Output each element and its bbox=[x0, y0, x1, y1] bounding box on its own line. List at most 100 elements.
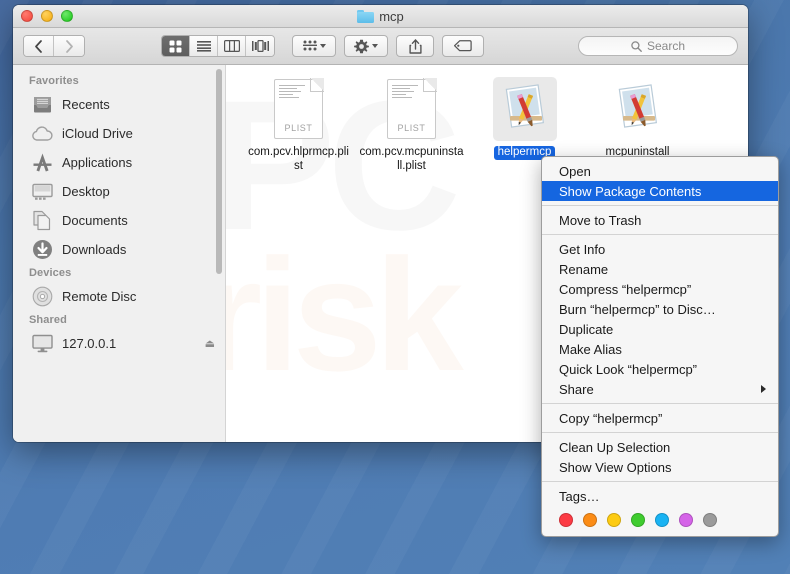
sidebar-header-shared: Shared bbox=[29, 314, 67, 326]
menu-item-share-label: Share bbox=[559, 381, 594, 397]
downloads-icon bbox=[31, 239, 53, 261]
menu-separator bbox=[542, 205, 778, 206]
column-view-button[interactable] bbox=[218, 36, 246, 56]
sidebar-item-127-0-0-1[interactable]: 127.0.0.1 ⏏ bbox=[13, 329, 225, 358]
minimize-button[interactable] bbox=[41, 10, 53, 22]
sidebar-item-label: iCloud Drive bbox=[62, 126, 133, 141]
file-icon: PLIST bbox=[380, 77, 444, 141]
share-button[interactable] bbox=[396, 35, 434, 57]
sidebar-item-documents[interactable]: Documents bbox=[13, 206, 225, 235]
file-item[interactable]: PLIST com.pcv.hlprmcp.plist bbox=[242, 77, 355, 173]
menu-item-get-info[interactable]: Get Info bbox=[542, 239, 778, 259]
file-icon bbox=[492, 77, 557, 141]
search-input[interactable]: Search bbox=[578, 36, 738, 56]
menu-item-tags[interactable]: Tags… bbox=[542, 486, 778, 506]
menu-item-move-to-trash[interactable]: Move to Trash bbox=[542, 210, 778, 230]
sidebar-item-label: Remote Disc bbox=[62, 289, 137, 304]
sidebar-scrollbar[interactable] bbox=[216, 69, 222, 274]
tag-color-red[interactable] bbox=[559, 513, 573, 527]
tag-color-gray[interactable] bbox=[703, 513, 717, 527]
sidebar-item-label: Applications bbox=[62, 155, 133, 170]
context-menu: Open Show Package Contents Move to Trash… bbox=[541, 156, 779, 537]
menu-separator bbox=[542, 432, 778, 433]
window-title-text: mcp bbox=[379, 8, 404, 24]
navigation-buttons bbox=[23, 35, 85, 57]
menu-separator bbox=[542, 403, 778, 404]
menu-item-rename[interactable]: Rename bbox=[542, 259, 778, 279]
sidebar-item-desktop[interactable]: Desktop bbox=[13, 177, 225, 206]
gallery-view-button[interactable] bbox=[246, 36, 274, 56]
maximize-button[interactable] bbox=[61, 10, 73, 22]
menu-item-duplicate[interactable]: Duplicate bbox=[542, 319, 778, 339]
sidebar-item-recents[interactable]: Recents bbox=[13, 90, 225, 119]
list-view-button[interactable] bbox=[190, 36, 218, 56]
sidebar: Favorites Recents iCloud Drive Applicati… bbox=[13, 65, 226, 442]
sidebar-item-downloads[interactable]: Downloads bbox=[13, 235, 225, 264]
close-button[interactable] bbox=[21, 10, 33, 22]
plist-document-icon: PLIST bbox=[387, 78, 437, 139]
icon-view-button[interactable] bbox=[162, 36, 190, 56]
documents-icon bbox=[31, 210, 53, 232]
back-button[interactable] bbox=[24, 36, 54, 56]
disc-icon bbox=[31, 286, 53, 308]
arrange-icon bbox=[302, 40, 317, 51]
menu-item-quick-look[interactable]: Quick Look “helpermcp” bbox=[542, 359, 778, 379]
file-name-label: com.pcv.hlprmcp.plist bbox=[248, 146, 349, 172]
tag-color-orange[interactable] bbox=[583, 513, 597, 527]
sidebar-item-label: Downloads bbox=[62, 242, 127, 257]
chevron-down-icon bbox=[319, 44, 326, 48]
folder-icon bbox=[357, 9, 375, 23]
watermark-text-bottom: risk bbox=[226, 225, 464, 404]
arrange-button[interactable] bbox=[292, 35, 336, 57]
sidebar-header-devices: Devices bbox=[29, 267, 72, 279]
sidebar-item-remote-disc[interactable]: Remote Disc bbox=[13, 282, 225, 311]
traffic-light-group bbox=[21, 10, 73, 22]
menu-item-burn-to-disc[interactable]: Burn “helpermcp” to Disc… bbox=[542, 299, 778, 319]
app-icon bbox=[505, 84, 544, 128]
menu-item-open[interactable]: Open bbox=[542, 161, 778, 181]
menu-separator bbox=[542, 481, 778, 482]
chevron-down-icon bbox=[372, 44, 378, 48]
sidebar-item-label: Desktop bbox=[62, 184, 110, 199]
search-placeholder: Search bbox=[646, 39, 686, 53]
menu-item-show-view-options[interactable]: Show View Options bbox=[542, 457, 778, 477]
tag-color-row bbox=[542, 506, 778, 532]
tag-color-yellow[interactable] bbox=[607, 513, 621, 527]
menu-item-share[interactable]: Share bbox=[542, 379, 778, 399]
sidebar-item-icloud-drive[interactable]: iCloud Drive bbox=[13, 119, 225, 148]
action-menu-button[interactable] bbox=[344, 35, 388, 57]
cloud-icon bbox=[31, 123, 53, 145]
forward-button[interactable] bbox=[54, 36, 84, 56]
tag-color-green[interactable] bbox=[631, 513, 645, 527]
menu-separator bbox=[542, 234, 778, 235]
menu-item-show-package-contents[interactable]: Show Package Contents bbox=[542, 181, 778, 201]
app-icon bbox=[618, 84, 657, 128]
menu-item-copy[interactable]: Copy “helpermcp” bbox=[542, 408, 778, 428]
recents-icon bbox=[31, 94, 53, 116]
window-titlebar: mcp bbox=[13, 5, 748, 28]
window-title: mcp bbox=[13, 9, 748, 24]
sidebar-item-applications[interactable]: Applications bbox=[13, 148, 225, 177]
file-icon: PLIST bbox=[267, 77, 331, 141]
menu-item-compress[interactable]: Compress “helpermcp” bbox=[542, 279, 778, 299]
chevron-right-icon bbox=[761, 385, 766, 393]
tag-color-purple[interactable] bbox=[679, 513, 693, 527]
sidebar-item-label: Recents bbox=[62, 97, 110, 112]
menu-item-clean-up-selection[interactable]: Clean Up Selection bbox=[542, 437, 778, 457]
gear-icon bbox=[354, 39, 369, 53]
file-item[interactable]: PLIST com.pcv.mcpuninstall.plist bbox=[355, 77, 468, 173]
view-mode-group bbox=[161, 35, 275, 57]
file-icon bbox=[606, 77, 670, 141]
file-name-label: com.pcv.mcpuninstall.plist bbox=[359, 146, 464, 172]
tag-color-blue[interactable] bbox=[655, 513, 669, 527]
desktop-background: mcp Search Favorites Recents iCloud Driv… bbox=[0, 0, 790, 574]
tag-icon bbox=[454, 40, 472, 52]
search-icon bbox=[631, 40, 642, 52]
tags-button[interactable] bbox=[442, 35, 484, 57]
eject-icon[interactable]: ⏏ bbox=[205, 337, 215, 350]
toolbar: Search bbox=[13, 28, 748, 65]
sidebar-item-label: Documents bbox=[62, 213, 128, 228]
display-icon bbox=[31, 333, 53, 355]
menu-item-make-alias[interactable]: Make Alias bbox=[542, 339, 778, 359]
share-icon bbox=[408, 38, 422, 54]
